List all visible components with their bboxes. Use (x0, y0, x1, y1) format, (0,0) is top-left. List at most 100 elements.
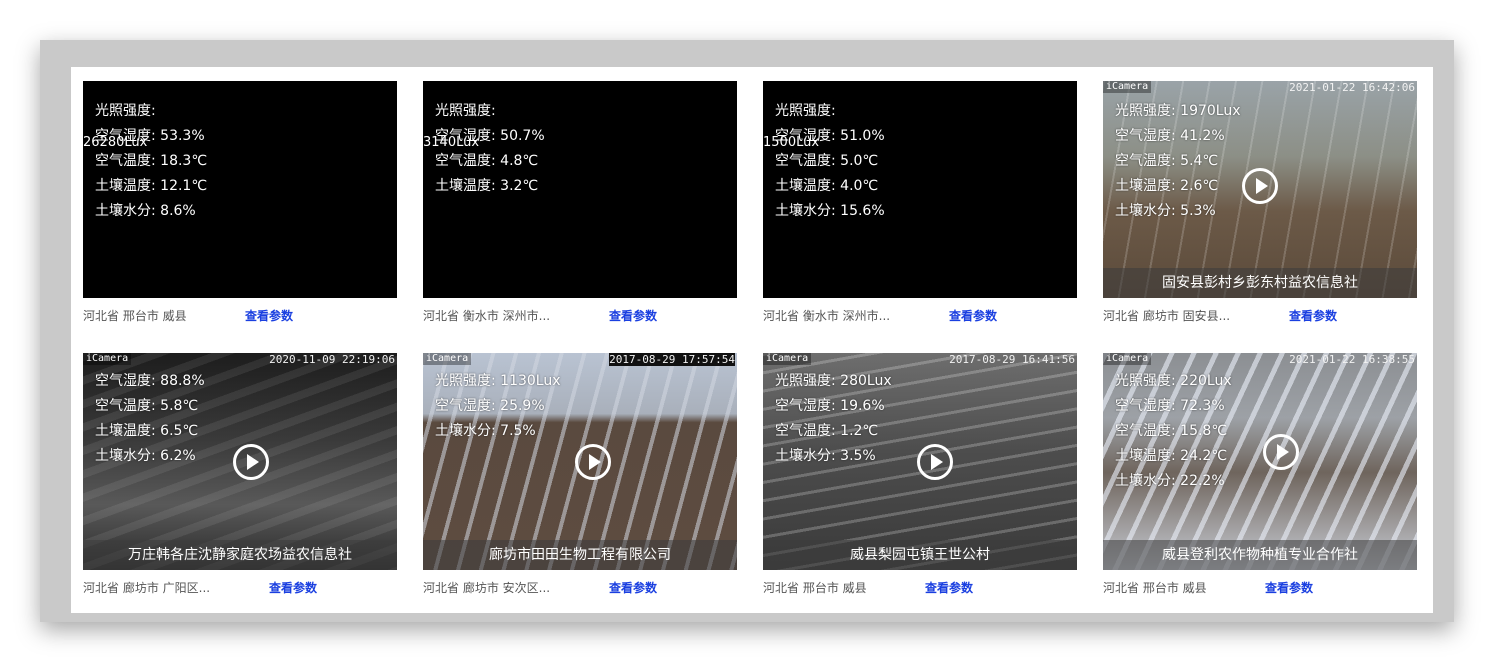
reading-soil-temp: 土壤温度: 24.2℃ (1115, 448, 1228, 464)
lux-value: 3140Lux (423, 135, 480, 150)
reading-air-humidity: 空气湿度: 41.2% (1115, 128, 1225, 144)
location-text: 河北省 衡水市 深州市... (423, 308, 551, 323)
camera-card: iCamera 2020-11-09 22:19:06 空气湿度: 88.8% … (83, 353, 397, 600)
reading-soil-moisture: 土壤水分: 5.3% (1115, 203, 1216, 219)
video-tile[interactable]: iCamera 2017-08-29 17:57:54 光照强度: 1130Lu… (423, 353, 737, 570)
view-params-link[interactable]: 查看参数 (269, 579, 317, 596)
camera-timestamp: 2021-01-22 16:38:55 (1289, 353, 1415, 366)
video-tile[interactable]: 光照强度: 空气湿度: 50.7% 空气温度: 4.8℃ 土壤温度: 3.2℃ … (423, 81, 737, 298)
location-text: 河北省 廊坊市 广阳区... (83, 580, 211, 595)
reading-air-temp: 空气温度: 1.2℃ (775, 423, 879, 439)
camera-timestamp: 2021-01-22 16:42:06 (1289, 81, 1415, 94)
card-meta: 河北省 廊坊市 固安县... 查看参数 (1103, 302, 1417, 328)
sensor-readings: 光照强度: 1130Lux 空气湿度: 25.9% 土壤水分: 7.5% (435, 369, 561, 444)
reading-air-temp: 空气温度: 5.0℃ (775, 153, 879, 169)
view-params-link[interactable]: 查看参数 (1289, 307, 1337, 324)
video-tile[interactable]: iCamera 2021-01-22 16:38:55 光照强度: 220Lux… (1103, 353, 1417, 570)
card-meta: 河北省 衡水市 深州市... 查看参数 (423, 302, 737, 328)
reading-air-humidity: 空气湿度: 72.3% (1115, 398, 1225, 414)
reading-soil-temp: 土壤温度: 3.2℃ (435, 178, 539, 194)
view-params-link[interactable]: 查看参数 (949, 307, 997, 324)
sensor-readings: 光照强度: 空气湿度: 51.0% 空气温度: 5.0℃ 土壤温度: 4.0℃ … (775, 99, 885, 224)
view-params-link[interactable]: 查看参数 (925, 579, 973, 596)
reading-light: 光照强度: 280Lux (775, 373, 892, 389)
view-params-link[interactable]: 查看参数 (245, 307, 293, 324)
reading-soil-temp: 土壤温度: 2.6℃ (1115, 178, 1219, 194)
reading-light: 光照强度: 1130Lux (435, 373, 561, 389)
reading-light: 光照强度: (775, 103, 836, 119)
card-meta: 河北省 衡水市 深州市... 查看参数 (763, 302, 1077, 328)
reading-soil-temp: 土壤温度: 12.1℃ (95, 178, 208, 194)
reading-soil-moisture: 土壤水分: 22.2% (1115, 473, 1225, 489)
reading-soil-moisture: 土壤水分: 8.6% (95, 203, 196, 219)
card-meta: 河北省 邢台市 威县 查看参数 (763, 574, 1077, 600)
location-text: 河北省 邢台市 威县 (763, 580, 867, 595)
camera-timestamp: 2017-08-29 17:57:54 (609, 353, 735, 366)
reading-air-temp: 空气温度: 5.8℃ (95, 398, 199, 414)
reading-light: 光照强度: 1970Lux (1115, 103, 1241, 119)
video-tile[interactable]: 光照强度: 空气湿度: 51.0% 空气温度: 5.0℃ 土壤温度: 4.0℃ … (763, 81, 1077, 298)
reading-soil-moisture: 土壤水分: 7.5% (435, 423, 536, 439)
location-text: 河北省 廊坊市 安次区... (423, 580, 551, 595)
view-params-link[interactable]: 查看参数 (609, 579, 657, 596)
camera-tag: iCamera (763, 353, 812, 365)
sensor-readings: 光照强度: 空气湿度: 53.3% 空气温度: 18.3℃ 土壤温度: 12.1… (95, 99, 207, 224)
card-meta: 河北省 邢台市 威县 查看参数 (1103, 574, 1417, 600)
camera-card: iCamera 2021-01-22 16:38:55 光照强度: 220Lux… (1103, 353, 1417, 600)
reading-light: 光照强度: 220Lux (1115, 373, 1232, 389)
play-circle-icon[interactable] (575, 443, 611, 480)
video-caption: 万庄韩各庄沈静家庭农场益农信息社 (83, 540, 397, 570)
video-caption: 威县梨园屯镇王世公村 (763, 540, 1077, 570)
camera-card: iCamera 2017-08-29 16:41:56 光照强度: 280Lux… (763, 353, 1077, 600)
reading-air-temp: 空气温度: 15.8℃ (1115, 423, 1228, 439)
video-caption: 威县登利农作物种植专业合作社 (1103, 540, 1417, 570)
reading-soil-moisture: 土壤水分: 3.5% (775, 448, 876, 464)
card-meta: 河北省 邢台市 威县 查看参数 (83, 302, 397, 328)
reading-air-humidity: 空气湿度: 19.6% (775, 398, 885, 414)
reading-soil-temp: 土壤温度: 4.0℃ (775, 178, 879, 194)
location-text: 河北省 邢台市 威县 (83, 308, 187, 323)
reading-light: 光照强度: (435, 103, 496, 119)
reading-air-temp: 空气温度: 4.8℃ (435, 153, 539, 169)
video-caption: 廊坊市田田生物工程有限公司 (423, 540, 737, 570)
video-tile[interactable]: iCamera 2021-01-22 16:42:06 光照强度: 1970Lu… (1103, 81, 1417, 298)
lux-value: 26280Lux (83, 135, 148, 150)
camera-card: 光照强度: 空气湿度: 53.3% 空气温度: 18.3℃ 土壤温度: 12.1… (83, 81, 397, 328)
reading-air-temp: 空气温度: 18.3℃ (95, 153, 208, 169)
reading-soil-moisture: 土壤水分: 6.2% (95, 448, 196, 464)
location-text: 河北省 衡水市 深州市... (763, 308, 891, 323)
sensor-readings: 光照强度: 220Lux 空气湿度: 72.3% 空气温度: 15.8℃ 土壤温… (1115, 369, 1232, 494)
camera-tag: iCamera (423, 353, 472, 365)
play-circle-icon[interactable] (233, 443, 269, 480)
reading-soil-temp: 土壤温度: 6.5℃ (95, 423, 199, 439)
lux-value: 1500Lux (763, 135, 820, 150)
camera-card: iCamera 2021-01-22 16:42:06 光照强度: 1970Lu… (1103, 81, 1417, 328)
card-meta: 河北省 廊坊市 广阳区... 查看参数 (83, 574, 397, 600)
sensor-readings: 空气湿度: 88.8% 空气温度: 5.8℃ 土壤温度: 6.5℃ 土壤水分: … (95, 369, 205, 469)
camera-tag: iCamera (1103, 353, 1152, 365)
reading-soil-moisture: 土壤水分: 15.6% (775, 203, 885, 219)
play-circle-icon[interactable] (1242, 167, 1278, 204)
camera-tag: iCamera (1103, 81, 1152, 93)
view-params-link[interactable]: 查看参数 (609, 307, 657, 324)
video-tile[interactable]: iCamera 2017-08-29 16:41:56 光照强度: 280Lux… (763, 353, 1077, 570)
camera-tag: iCamera (83, 353, 132, 365)
video-caption: 固安县彭村乡彭东村益农信息社 (1103, 268, 1417, 298)
play-circle-icon[interactable] (1263, 433, 1299, 470)
video-tile[interactable]: iCamera 2020-11-09 22:19:06 空气湿度: 88.8% … (83, 353, 397, 570)
reading-air-temp: 空气温度: 5.4℃ (1115, 153, 1219, 169)
camera-card: 光照强度: 空气湿度: 51.0% 空气温度: 5.0℃ 土壤温度: 4.0℃ … (763, 81, 1077, 328)
camera-card: iCamera 2017-08-29 17:57:54 光照强度: 1130Lu… (423, 353, 737, 600)
video-tile[interactable]: 光照强度: 空气湿度: 53.3% 空气温度: 18.3℃ 土壤温度: 12.1… (83, 81, 397, 298)
location-text: 河北省 廊坊市 固安县... (1103, 308, 1231, 323)
camera-timestamp: 2020-11-09 22:19:06 (269, 353, 395, 366)
camera-timestamp: 2017-08-29 16:41:56 (949, 353, 1075, 366)
reading-air-humidity: 空气湿度: 88.8% (95, 373, 205, 389)
sensor-readings: 光照强度: 280Lux 空气湿度: 19.6% 空气温度: 1.2℃ 土壤水分… (775, 369, 892, 469)
camera-card: 光照强度: 空气湿度: 50.7% 空气温度: 4.8℃ 土壤温度: 3.2℃ … (423, 81, 737, 328)
view-params-link[interactable]: 查看参数 (1265, 579, 1313, 596)
reading-air-humidity: 空气湿度: 25.9% (435, 398, 545, 414)
location-text: 河北省 邢台市 威县 (1103, 580, 1207, 595)
sensor-readings: 光照强度: 1970Lux 空气湿度: 41.2% 空气温度: 5.4℃ 土壤温… (1115, 99, 1241, 224)
play-circle-icon[interactable] (917, 443, 953, 480)
